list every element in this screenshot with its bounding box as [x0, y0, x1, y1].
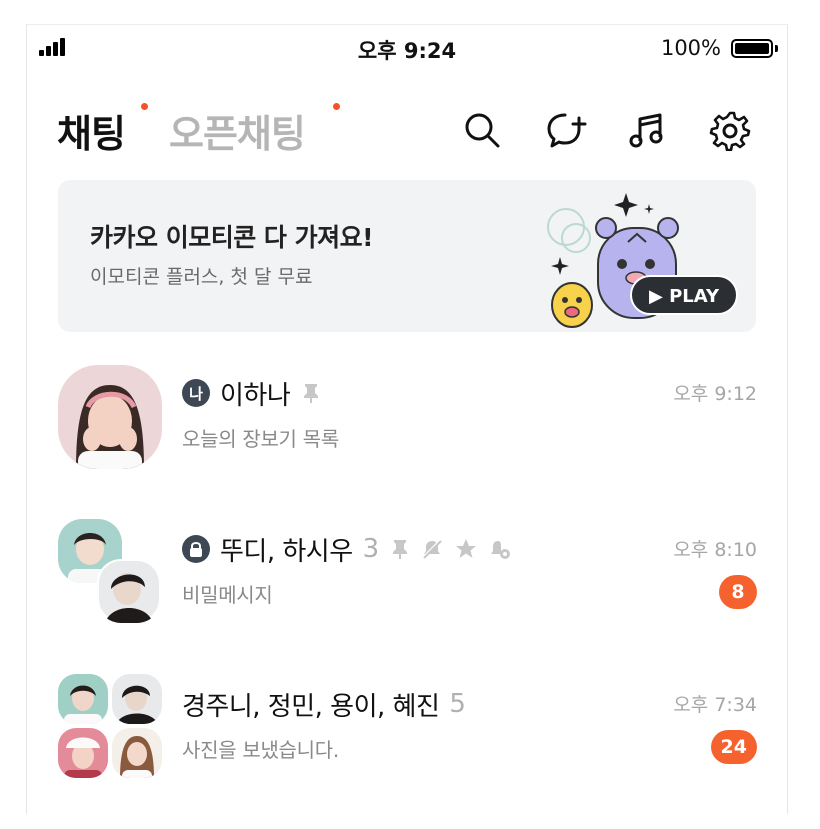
chat-avatar — [112, 728, 162, 778]
battery-icon — [731, 39, 773, 58]
chat-avatar — [58, 365, 162, 469]
tab-chat-new-dot — [141, 103, 148, 110]
chat-title-line: 경주니, 정민, 용이, 혜진 5 — [182, 686, 466, 722]
lock-icon — [182, 535, 210, 563]
chat-avatar — [58, 728, 108, 778]
member-count: 3 — [362, 534, 380, 564]
chat-name: 뚜디, 하시우 — [220, 536, 353, 567]
chat-list-screen: 오후 9:24 100% 채팅 오픈채팅 카카오 이모티콘 다 가져요! 이모티… — [26, 24, 788, 814]
banner-play-button[interactable]: ▶ PLAY — [630, 275, 738, 315]
chat-preview: 사진을 보냈습니다. — [182, 738, 339, 762]
chat-name: 경주니, 정민, 용이, 혜진 — [182, 691, 440, 722]
tab-chat[interactable]: 채팅 — [57, 103, 126, 158]
chat-avatar — [112, 674, 162, 724]
chat-title-line: 나 이하나 — [182, 375, 320, 411]
unread-count-badge: 24 — [710, 730, 757, 764]
bell-icon — [491, 541, 511, 559]
settings-icon[interactable] — [709, 109, 751, 151]
chat-avatar — [97, 559, 161, 623]
play-icon: ▶ — [648, 286, 663, 307]
play-button-label: PLAY — [669, 286, 720, 307]
banner-title: 카카오 이모티콘 다 가져요! — [90, 223, 374, 252]
chat-time: 오후 7:34 — [673, 694, 757, 716]
chat-title-line: 뚜디, 하시우 3 — [182, 531, 511, 567]
chat-time: 오후 9:12 — [673, 383, 757, 405]
chat-time: 오후 8:10 — [673, 539, 757, 561]
tab-openchat[interactable]: 오픈채팅 — [169, 103, 306, 158]
chat-avatar — [58, 674, 108, 724]
status-bar: 오후 9:24 100% — [27, 25, 787, 73]
pin-icon — [304, 384, 319, 403]
chat-row[interactable]: 경주니, 정민, 용이, 혜진 5 사진을 보냈습니다. 오후 7:34 24 — [27, 672, 787, 792]
header: 채팅 오픈채팅 — [27, 103, 787, 163]
new-chat-icon[interactable] — [545, 109, 587, 151]
chat-row[interactable]: 뚜디, 하시우 3 비밀메시지 오후 8:10 8 — [27, 517, 787, 637]
chat-name: 이하나 — [220, 380, 291, 411]
star-icon — [456, 539, 477, 558]
banner-subtitle: 이모티콘 플러스, 첫 달 무료 — [90, 266, 313, 288]
unread-count-badge: 8 — [719, 575, 757, 609]
member-count: 5 — [449, 689, 466, 719]
chat-row[interactable]: 나 이하나 오늘의 장보기 목록 오후 9:12 — [27, 361, 787, 481]
tab-openchat-new-dot — [333, 103, 340, 110]
music-icon[interactable] — [627, 109, 669, 151]
pin-icon — [393, 540, 408, 559]
me-badge: 나 — [182, 379, 210, 407]
mute-icon — [422, 538, 443, 560]
chat-preview: 비밀메시지 — [182, 583, 273, 607]
search-icon[interactable] — [461, 109, 503, 151]
emoticon-promo-banner[interactable]: 카카오 이모티콘 다 가져요! 이모티콘 플러스, 첫 달 무료 ▶ PLAY — [58, 180, 756, 332]
chat-preview: 오늘의 장보기 목록 — [182, 427, 339, 451]
battery-percent: 100% — [660, 36, 721, 60]
